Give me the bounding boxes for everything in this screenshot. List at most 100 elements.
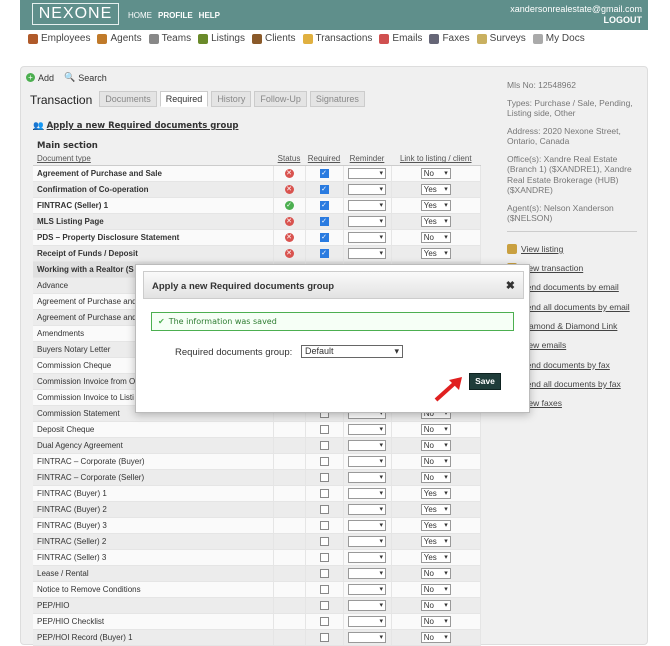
reminder-select[interactable] [348, 583, 386, 595]
status-cell [273, 469, 306, 486]
reminder-select[interactable] [348, 455, 386, 467]
link-select[interactable]: No [420, 423, 451, 435]
col-document-type[interactable]: Document type [33, 153, 273, 166]
search-label: Search [78, 72, 107, 83]
required-checkbox[interactable] [319, 616, 329, 626]
add-button[interactable]: + Add [26, 72, 54, 83]
tab-follow-up[interactable]: Follow-Up [254, 91, 307, 107]
link-select[interactable]: No [420, 167, 451, 179]
reminder-cell [343, 165, 392, 182]
link-select[interactable]: No [420, 583, 451, 595]
required-checkbox[interactable] [319, 520, 329, 530]
nav-clients[interactable]: Clients [251, 33, 296, 44]
required-checkbox[interactable]: ✓ [319, 168, 329, 178]
reminder-select[interactable] [348, 199, 386, 211]
nav-profile[interactable]: PROFILE [158, 11, 193, 20]
required-checkbox[interactable] [319, 536, 329, 546]
nav-help[interactable]: HELP [199, 11, 220, 20]
nav-faxes[interactable]: Faxes [429, 33, 470, 44]
nav-listings[interactable]: Listings [198, 33, 245, 44]
link-select[interactable]: Yes [420, 199, 451, 211]
save-button[interactable]: Save [469, 373, 501, 390]
nav-home[interactable]: HOME [128, 11, 152, 20]
required-checkbox[interactable] [319, 552, 329, 562]
link-select[interactable]: Yes [420, 215, 451, 227]
reminder-select[interactable] [348, 535, 386, 547]
reminder-select[interactable] [348, 247, 386, 259]
required-checkbox[interactable]: ✓ [319, 184, 329, 194]
link-cell: Yes [391, 245, 481, 262]
document-name: FINTRAC – Corporate (Buyer) [33, 453, 274, 470]
nav-employees[interactable]: Employees [28, 33, 90, 44]
tab-history[interactable]: History [211, 91, 252, 107]
required-checkbox[interactable] [319, 456, 329, 466]
group-select[interactable]: Default [301, 345, 403, 358]
reminder-select[interactable] [348, 631, 386, 643]
logout-link[interactable]: LOGOUT [510, 15, 643, 26]
link-select[interactable]: Yes [420, 551, 451, 563]
nav-teams[interactable]: Teams [148, 33, 191, 44]
link-select[interactable]: No [420, 631, 451, 643]
apply-group-link[interactable]: 👥 Apply a new Required documents group [33, 121, 238, 131]
required-checkbox[interactable]: ✓ [319, 232, 329, 242]
nav-agents[interactable]: Agents [97, 33, 142, 44]
fax-icon [429, 33, 440, 44]
required-checkbox[interactable]: ✓ [319, 216, 329, 226]
reminder-select[interactable] [348, 599, 386, 611]
tab-transaction[interactable]: Transaction [30, 93, 92, 107]
reminder-select[interactable] [348, 615, 386, 627]
link-select[interactable]: No [420, 455, 451, 467]
tab-required[interactable]: Required [159, 91, 209, 107]
required-checkbox[interactable]: ✓ [319, 248, 329, 258]
nav-surveys[interactable]: Surveys [476, 33, 526, 44]
required-checkbox[interactable] [319, 488, 329, 498]
link-select[interactable]: Yes [420, 247, 451, 259]
link-select[interactable]: No [420, 567, 451, 579]
tab-signatures[interactable]: Signatures [309, 91, 365, 107]
logo[interactable]: NEXONE [32, 3, 119, 25]
sidebar-link-label: Send documents by fax [521, 359, 610, 370]
nav-emails[interactable]: Emails [379, 33, 422, 44]
link-select[interactable]: Yes [420, 535, 451, 547]
reminder-select[interactable] [348, 519, 386, 531]
reminder-select[interactable] [348, 231, 386, 243]
reminder-select[interactable] [348, 439, 386, 451]
required-checkbox[interactable] [319, 632, 329, 642]
reminder-select[interactable] [348, 423, 386, 435]
reminder-select[interactable] [348, 167, 386, 179]
search-button[interactable]: 🔍 Search [64, 72, 107, 83]
reminder-cell [343, 485, 392, 502]
table-row: FINTRAC (Seller) 2 Yes [33, 533, 481, 550]
required-checkbox[interactable] [319, 472, 329, 482]
required-checkbox[interactable]: ✓ [319, 200, 329, 210]
reminder-select[interactable] [348, 471, 386, 483]
reminder-select[interactable] [348, 215, 386, 227]
link-select[interactable]: No [420, 599, 451, 611]
link-select[interactable]: Yes [420, 519, 451, 531]
link-select[interactable]: No [420, 231, 451, 243]
tab-documents[interactable]: Documents [99, 91, 157, 107]
required-cell [305, 485, 344, 502]
link-select[interactable]: Yes [420, 503, 451, 515]
link-select[interactable]: No [420, 615, 451, 627]
link-select[interactable]: Yes [420, 487, 451, 499]
close-icon[interactable]: ✖ [506, 279, 515, 292]
required-checkbox[interactable] [319, 600, 329, 610]
sidebar-link[interactable]: View listing [507, 240, 637, 259]
link-select[interactable]: No [420, 439, 451, 451]
required-checkbox[interactable] [319, 504, 329, 514]
required-checkbox[interactable] [319, 440, 329, 450]
required-checkbox[interactable] [319, 424, 329, 434]
reminder-select[interactable] [348, 183, 386, 195]
link-select[interactable]: Yes [420, 183, 451, 195]
required-checkbox[interactable] [319, 568, 329, 578]
reminder-select[interactable] [348, 567, 386, 579]
required-checkbox[interactable] [319, 584, 329, 594]
nav-my-docs[interactable]: My Docs [532, 33, 585, 44]
nav-transactions[interactable]: Transactions [302, 33, 372, 44]
reminder-select[interactable] [348, 503, 386, 515]
reminder-select[interactable] [348, 551, 386, 563]
link-select[interactable]: No [420, 471, 451, 483]
document-name: PEP/HOI Record (Buyer) 1 [33, 629, 274, 646]
reminder-select[interactable] [348, 487, 386, 499]
